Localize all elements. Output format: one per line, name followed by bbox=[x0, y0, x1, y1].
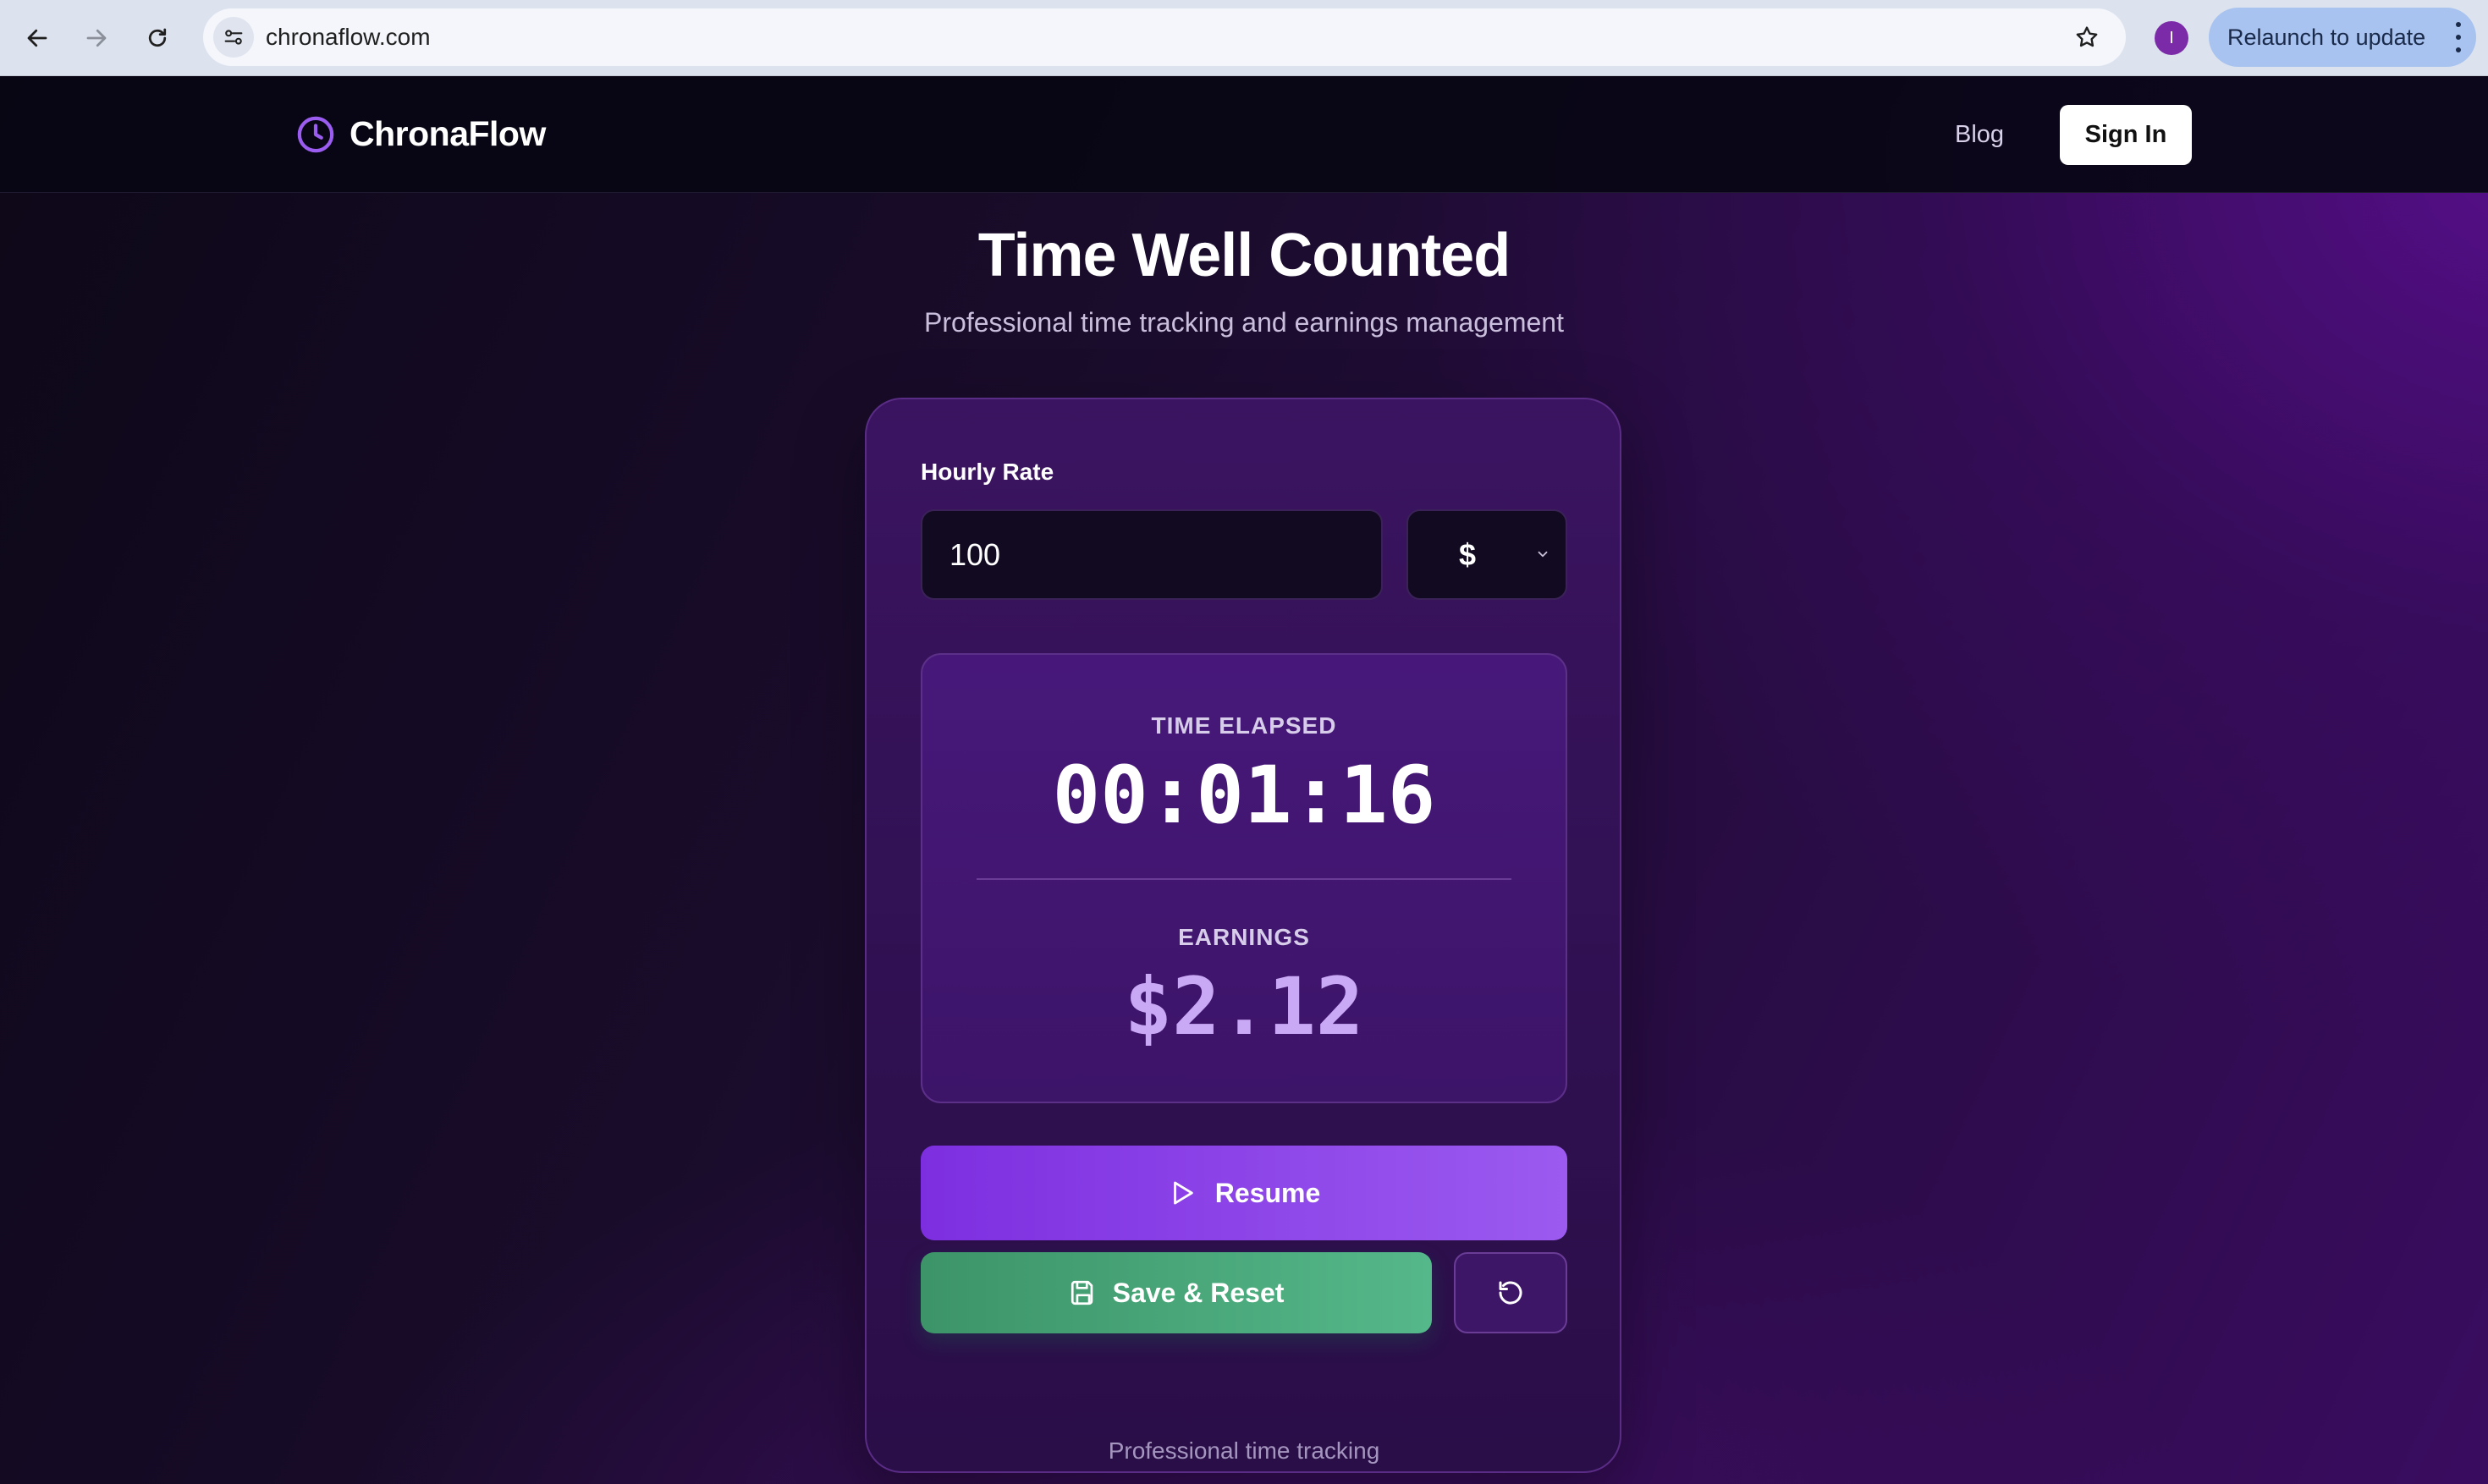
save-reset-label: Save & Reset bbox=[1112, 1277, 1285, 1308]
site-info-icon bbox=[224, 30, 243, 45]
stats-divider bbox=[977, 878, 1511, 880]
currency-select[interactable]: $ bbox=[1406, 509, 1567, 600]
hero-title: Time Well Counted bbox=[977, 222, 1511, 289]
time-elapsed-label: TIME ELAPSED bbox=[1151, 712, 1337, 739]
brand-name[interactable]: ChronaFlow bbox=[350, 114, 546, 154]
hourly-rate-label: Hourly Rate bbox=[921, 459, 1054, 485]
hourly-rate-input[interactable] bbox=[921, 509, 1383, 600]
forward-arrow-icon bbox=[86, 29, 107, 47]
save-reset-button[interactable]: Save & Reset bbox=[921, 1252, 1432, 1333]
site-info-button[interactable] bbox=[213, 17, 254, 58]
more-vert-icon bbox=[2454, 22, 2463, 52]
tracker-card: Hourly Rate $ TIME ELAPSED 00:01:16 EARN… bbox=[865, 398, 1621, 1473]
back-arrow-icon bbox=[27, 29, 47, 47]
nav-blog-link[interactable]: Blog bbox=[1955, 121, 2004, 149]
reload-icon bbox=[148, 28, 167, 47]
earnings-value: $2.12 bbox=[1124, 961, 1364, 1053]
stats-panel: TIME ELAPSED 00:01:16 EARNINGS $2.12 bbox=[921, 653, 1567, 1103]
bookmark-button[interactable] bbox=[2070, 20, 2104, 54]
relaunch-label: Relaunch to update bbox=[2227, 25, 2426, 50]
page: ChronaFlow Blog Sign In Time Well Counte… bbox=[0, 77, 2488, 1484]
time-elapsed-value: 00:01:16 bbox=[1052, 750, 1436, 842]
reload-button[interactable] bbox=[134, 14, 181, 62]
clock-logo-icon bbox=[297, 116, 334, 153]
forward-button[interactable] bbox=[73, 14, 120, 62]
save-icon bbox=[1071, 1280, 1093, 1305]
relaunch-button[interactable]: Relaunch to update bbox=[2209, 8, 2476, 67]
back-button[interactable] bbox=[14, 14, 61, 62]
resume-label: Resume bbox=[1214, 1177, 1321, 1208]
profile-avatar[interactable]: I bbox=[2155, 21, 2188, 55]
sign-in-button[interactable]: Sign In bbox=[2060, 105, 2192, 165]
footer-text: Professional time tracking bbox=[1108, 1437, 1380, 1464]
url-text[interactable]: chronaflow.com bbox=[266, 8, 431, 66]
reset-button[interactable] bbox=[1454, 1252, 1567, 1333]
hero-subtitle: Professional time tracking and earnings … bbox=[924, 307, 1564, 338]
address-bar[interactable]: chronaflow.com bbox=[203, 8, 2126, 66]
resume-button[interactable]: Resume bbox=[921, 1146, 1567, 1240]
currency-value: $ bbox=[1459, 537, 1477, 572]
star-icon bbox=[2076, 26, 2098, 47]
browser-toolbar: chronaflow.com I Relaunch to update bbox=[0, 0, 2488, 76]
rotate-ccw-icon bbox=[1499, 1281, 1522, 1305]
chevron-down-icon bbox=[1538, 551, 1548, 558]
earnings-label: EARNINGS bbox=[1178, 924, 1310, 950]
site-header: ChronaFlow Blog Sign In bbox=[0, 77, 2488, 193]
play-icon bbox=[1173, 1181, 1193, 1205]
